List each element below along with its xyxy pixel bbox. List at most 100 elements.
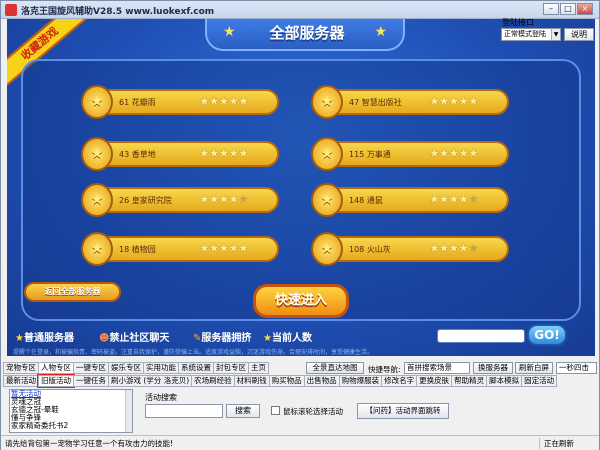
tab-buy-items[interactable]: 购买物品 <box>268 375 305 387</box>
server-name: 47 智慧出版社 <box>349 98 402 107</box>
star-icon: ★ <box>448 94 460 108</box>
tab-packet[interactable]: 封包专区 <box>213 362 249 374</box>
game-view[interactable]: 收藏游戏 ★ 全部服务器 ★ ★ 61 花瓣雨 ★★★★★ ★ 47 智慧出版社 ★★★★… <box>7 19 595 356</box>
star-icon: ★ <box>429 192 440 206</box>
star-icon: ★ <box>208 192 220 206</box>
tab-settings[interactable]: 系统设置 <box>178 362 214 374</box>
tab-utility[interactable]: 实用功能 <box>143 362 179 374</box>
star-badge-icon: ★ <box>311 137 343 171</box>
star-icon: ★ <box>468 241 479 255</box>
tab-character[interactable]: 人物专区 <box>38 362 74 374</box>
tab-entertainment[interactable]: 娱乐专区 <box>108 362 144 374</box>
login-mode-select[interactable]: 正常模式登陆 ▼ <box>501 28 561 41</box>
help-button[interactable]: 说明 <box>564 28 594 41</box>
server-load-stars: ★★★★★ <box>429 146 479 160</box>
star-icon: ★ <box>458 241 469 255</box>
star-icon: ★ <box>468 192 479 206</box>
star-icon: ★ <box>438 192 450 206</box>
list-item[interactable]: 家家精奇委托书2 <box>10 422 132 430</box>
status-refreshing: 正在刷新 <box>539 438 574 449</box>
activity-search-input[interactable] <box>145 404 223 418</box>
server-button[interactable]: ★ 61 花瓣雨 ★★★★★ <box>81 85 279 119</box>
tab-old-activity[interactable]: 旧版活动 <box>37 374 75 388</box>
star-icon: ★ <box>15 333 24 344</box>
star-icon: ★ <box>458 146 469 160</box>
star-icon: ★ <box>438 146 450 160</box>
star-icon: ★ <box>238 241 249 255</box>
star-icon: ★ <box>448 192 460 206</box>
tab-latest-activity[interactable]: 最新活动 <box>3 375 39 387</box>
server-number-input[interactable] <box>437 329 525 343</box>
face-icon: ☻ <box>99 333 110 344</box>
tab-farm-exp[interactable]: 农场刷经验 <box>191 375 235 387</box>
quick-enter-button[interactable]: 快速进入 <box>253 284 349 318</box>
server-button[interactable]: ★ 108 火山灰 ★★★★★ <box>311 232 509 266</box>
star-icon: ★ <box>458 94 469 108</box>
mouse-wheel-checkbox[interactable] <box>271 406 280 415</box>
server-load-stars: ★★★★★ <box>199 192 249 206</box>
app-logo-icon <box>5 4 17 16</box>
activity-search-label: 活动搜索 <box>145 393 177 402</box>
search-button[interactable]: 搜索 <box>226 404 260 418</box>
quick-nav-label: 快捷导航: <box>368 365 401 374</box>
tab-mini-games[interactable]: 刷小游戏 (学分 洛克贝) <box>108 375 193 387</box>
server-name: 61 花瓣雨 <box>119 98 156 107</box>
star-icon: ★ <box>218 146 230 160</box>
tab-fixed-activity[interactable]: 固定活动 <box>521 375 558 387</box>
server-name: 43 香草地 <box>119 150 156 159</box>
tab-one-click-task[interactable]: 一键任务 <box>73 375 109 387</box>
maximize-button[interactable]: □ <box>560 3 576 15</box>
server-button[interactable]: ★ 26 皇家研究院 ★★★★★ <box>81 183 279 217</box>
app-window: 洛克王国旋风辅助V28.5 www.luokexf.com – □ × 收藏游戏… <box>0 0 600 450</box>
server-button[interactable]: ★ 18 植物园 ★★★★★ <box>81 232 279 266</box>
tab-buy-clothes[interactable]: 购物爆服装 <box>338 375 383 387</box>
tab-rename[interactable]: 修改名字 <box>381 375 418 387</box>
back-to-all-servers-button[interactable]: 返回全部服务器 <box>24 282 121 302</box>
swap-server-button[interactable]: 换服务器 <box>473 362 513 374</box>
star-icon: ★ <box>468 146 479 160</box>
tab-help-sprite[interactable]: 帮助精灵 <box>451 375 488 387</box>
star-icon: ★ <box>458 192 469 206</box>
tab-sell-items[interactable]: 出售物品 <box>303 375 340 387</box>
tab-script[interactable]: 脚本模拟 <box>486 375 523 387</box>
map-button[interactable]: 全景直达地图 <box>306 362 364 374</box>
click-speed-select[interactable]: 一秒四击 <box>556 362 597 374</box>
server-button[interactable]: ★ 43 香草地 ★★★★★ <box>81 137 279 171</box>
star-icon: ★ <box>218 192 230 206</box>
server-button[interactable]: ★ 148 通鼠 ★★★★★ <box>311 183 509 217</box>
server-load-stars: ★★★★★ <box>199 94 249 108</box>
star-icon: ★ <box>238 94 249 108</box>
tab-skin[interactable]: 更换皮肤 <box>416 375 453 387</box>
server-button[interactable]: ★ 47 智慧出版社 ★★★★★ <box>311 85 509 119</box>
star-badge-icon: ★ <box>81 232 113 266</box>
star-icon: ★ <box>438 94 450 108</box>
quick-nav-select[interactable]: 首拼搜索场景 <box>404 362 470 374</box>
activity-jump-button[interactable]: 【问药】活动界面跳转 <box>357 403 449 419</box>
mouse-wheel-checkbox-label: 鼠标滚轮选择活动 <box>283 407 343 416</box>
star-icon: ★ <box>429 94 440 108</box>
go-button[interactable]: GO! <box>527 324 567 346</box>
close-button[interactable]: × <box>577 3 593 15</box>
list-scrollbar[interactable] <box>125 390 132 432</box>
star-icon: ★ <box>238 192 249 206</box>
activity-listbox[interactable]: 暂无活动 灵魂之冠 玄德之冠-晕鞋 懂与争锋 家家精奇委托书2 <box>9 389 133 433</box>
server-load-stars: ★★★★★ <box>429 241 479 255</box>
server-name: 18 植物园 <box>119 245 156 254</box>
main-tab-bar: 宠物专区 人物专区 一键专区 娱乐专区 实用功能 系统设置 封包专区 主页 <box>3 362 269 374</box>
star-icon: ★ <box>199 94 210 108</box>
star-icon: ★ <box>208 146 220 160</box>
tab-pet[interactable]: 宠物专区 <box>3 362 39 374</box>
server-name: 26 皇家研究院 <box>119 196 172 205</box>
tab-one-click[interactable]: 一键专区 <box>73 362 109 374</box>
server-button[interactable]: ★ 115 万事通 ★★★★★ <box>311 137 509 171</box>
server-name: 148 通鼠 <box>349 196 383 205</box>
status-message: 请先给背包第一宠物学习任意一个有攻击力的技能! <box>5 439 174 448</box>
minimize-button[interactable]: – <box>543 3 559 15</box>
legend-busy: ✎服务器拥挤 <box>193 333 252 344</box>
star-icon: ★ <box>429 241 440 255</box>
star-icon: ★ <box>429 146 440 160</box>
tab-home[interactable]: 主页 <box>248 362 269 374</box>
refresh-button[interactable]: 刷新白屏 <box>515 362 553 374</box>
tab-material-money[interactable]: 材料刷钱 <box>233 375 270 387</box>
server-name: 115 万事通 <box>349 150 391 159</box>
